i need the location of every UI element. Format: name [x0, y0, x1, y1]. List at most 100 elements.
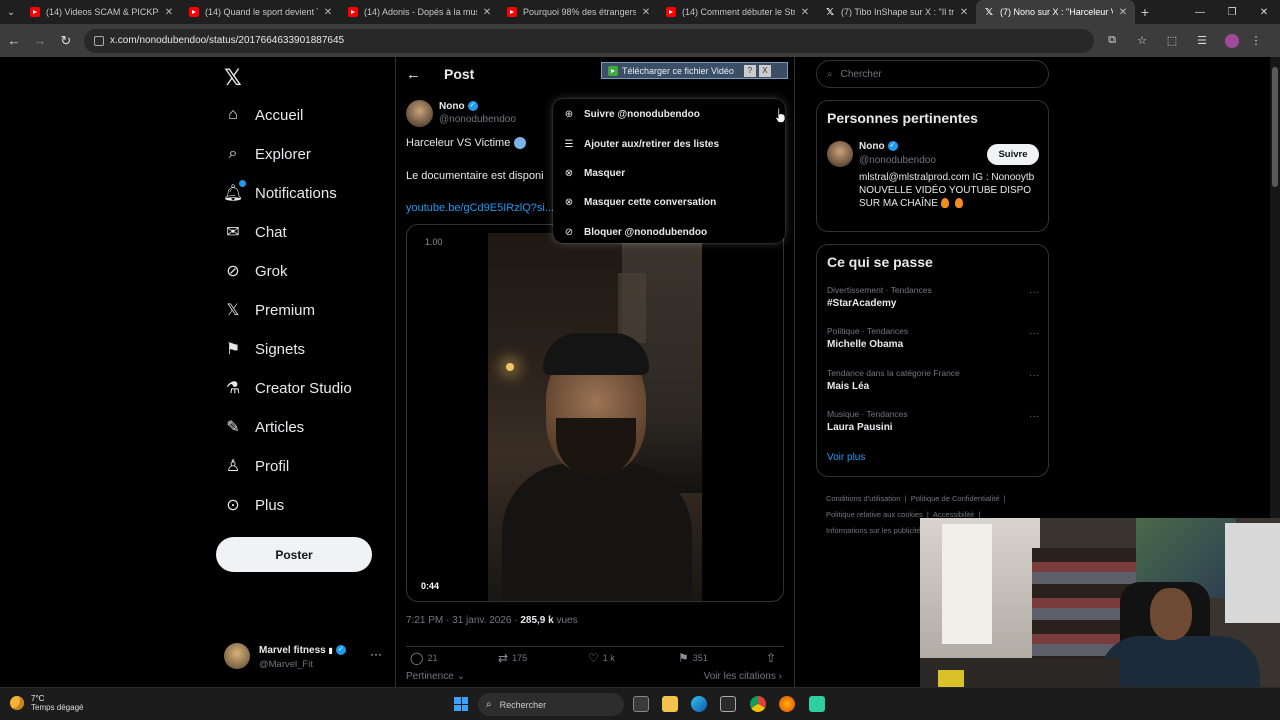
close-window-icon[interactable]: ✕: [1248, 0, 1280, 24]
close-tab-icon[interactable]: ✕: [958, 7, 970, 18]
download-video-banner[interactable]: Télécharger ce fichier Vidéo ? X: [601, 62, 788, 79]
account-switcher[interactable]: Marvel fitness ▮ ✓ @Marvel_Fit ···: [224, 643, 384, 673]
scrollbar-thumb[interactable]: [1272, 67, 1278, 187]
firefox-icon[interactable]: [779, 696, 795, 712]
reload-icon[interactable]: ↻: [54, 29, 78, 53]
person-name[interactable]: Nono ✓: [859, 141, 898, 152]
menu-item-follow[interactable]: ⊕ Suivre @nonodubendoo: [563, 104, 700, 124]
menu-item-mute-conversation[interactable]: ⊗ Masquer cette conversation: [563, 192, 716, 212]
sidebar-item-chat[interactable]: ✉ Chat: [224, 218, 286, 246]
see-more-link[interactable]: Voir plus: [827, 452, 865, 463]
close-icon[interactable]: X: [758, 64, 771, 77]
close-tab-icon[interactable]: ✕: [640, 7, 652, 18]
app-icon[interactable]: [809, 696, 825, 712]
browser-tab[interactable]: 𝕏 (7) Tibo InShape sur X : "Il travaille…: [817, 0, 976, 24]
poster-button[interactable]: Poster: [216, 537, 372, 572]
sidebar-item-grok[interactable]: ⊘ Grok: [224, 257, 287, 285]
store-icon[interactable]: [720, 696, 736, 712]
footer-link[interactable]: Conditions d'utilisation: [826, 494, 900, 503]
post-time[interactable]: 7:21 PM · 31 janv. 2026 ·: [406, 615, 520, 626]
trend-item[interactable]: Politique · Tendances Michelle Obama ···: [827, 326, 1039, 356]
close-tab-icon[interactable]: ✕: [481, 7, 493, 18]
menu-item-block[interactable]: ⊘ Bloquer @nonodubendoo: [563, 222, 707, 242]
chrome-icon[interactable]: [750, 696, 766, 712]
browser-tab[interactable]: (14) Videos SCAM & PICKPOCKET ✕: [22, 0, 181, 24]
weather-widget[interactable]: 7°C Temps dégagé: [10, 694, 83, 712]
sidebar-item-accueil[interactable]: ⌂ Accueil: [224, 101, 303, 129]
more-dots-icon[interactable]: ···: [1029, 287, 1039, 298]
more-dots-icon[interactable]: ···: [1029, 328, 1039, 339]
post-meta: 7:21 PM · 31 janv. 2026 · 285,9 k vues: [406, 615, 578, 626]
avatar[interactable]: [827, 141, 853, 167]
sidebar-item-articles[interactable]: ✎ Articles: [224, 413, 304, 441]
sidebar-item-explorer[interactable]: ⌕ Explorer: [224, 140, 311, 168]
close-tab-icon[interactable]: ✕: [163, 7, 175, 18]
repost-button[interactable]: ⇄ 175: [498, 651, 527, 665]
trend-item[interactable]: Tendance dans la catégorie France Mais L…: [827, 368, 1039, 398]
windows-start-icon[interactable]: [454, 697, 468, 711]
taskbar-search[interactable]: ⌕ Rechercher: [478, 693, 624, 716]
restore-icon[interactable]: ❐: [1216, 0, 1248, 24]
address-bar-row: ← → ↻ x.com/nonodubendoo/status/20176646…: [0, 24, 1280, 57]
site-info-icon[interactable]: [94, 35, 104, 46]
share-button[interactable]: ⇧: [766, 651, 780, 665]
help-icon[interactable]: ?: [743, 64, 756, 77]
close-tab-icon[interactable]: ✕: [1117, 7, 1129, 18]
sidebar-item-profil[interactable]: ♙ Profil: [224, 452, 289, 480]
tab-groups-icon[interactable]: ☰: [1190, 29, 1214, 53]
cast-icon[interactable]: ⧉: [1100, 29, 1124, 53]
x-logo-icon[interactable]: 𝕏: [224, 65, 242, 91]
search-box[interactable]: ⌕: [816, 60, 1049, 88]
more-dots-icon[interactable]: ···: [1029, 370, 1039, 381]
playback-speed[interactable]: 1.00: [425, 237, 443, 247]
edge-icon[interactable]: [691, 696, 707, 712]
minimize-icon[interactable]: —: [1184, 0, 1216, 24]
close-tab-icon[interactable]: ✕: [322, 7, 334, 18]
footer-link[interactable]: Politique de Confidentialité: [911, 494, 1000, 503]
follow-button[interactable]: Suivre: [987, 144, 1039, 165]
author-name[interactable]: Nono ✓: [439, 101, 478, 112]
sidebar-item-notifications[interactable]: 🔔︎ Notifications: [223, 179, 337, 207]
more-dots-icon[interactable]: ···: [370, 647, 382, 661]
back-icon[interactable]: ←: [2, 29, 26, 53]
profile-avatar-icon[interactable]: [1225, 33, 1239, 48]
sidebar-item-premium[interactable]: 𝕏 Premium: [224, 296, 315, 324]
trend-item[interactable]: Musique · Tendances Laura Pausini ···: [827, 409, 1039, 439]
author-handle[interactable]: @nonodubendoo: [439, 114, 516, 125]
search-input[interactable]: [840, 68, 1031, 80]
like-button[interactable]: ♡ 1 k: [588, 651, 615, 665]
video-player[interactable]: 1.00 0:44: [406, 224, 784, 602]
avatar[interactable]: [406, 100, 433, 127]
browser-tab[interactable]: (14) Comment débuter le Streetwork ✕: [658, 0, 817, 24]
browser-tab-active[interactable]: 𝕏 (7) Nono sur X : "Harceleur VS Victime…: [976, 0, 1135, 24]
star-icon[interactable]: ☆: [1130, 29, 1154, 53]
person-handle[interactable]: @nonodubendoo: [859, 155, 936, 166]
sidebar-item-plus[interactable]: ⊙ Plus: [224, 491, 284, 519]
sidebar-item-creator-studio[interactable]: ⚗ Creator Studio: [224, 374, 352, 402]
post-link[interactable]: youtube.be/gCd9E5IRzlQ?si...: [406, 202, 554, 214]
browser-menu-icon[interactable]: ⋮: [1244, 29, 1268, 53]
menu-item-mute[interactable]: ⊗ Masquer: [563, 163, 625, 183]
footer-link[interactable]: Informations sur les publicités: [826, 526, 925, 535]
browser-tab[interactable]: Pourquoi 98% des étrangers ne ✕: [499, 0, 658, 24]
sort-relevance-dropdown[interactable]: Pertinence ⌄: [406, 671, 465, 682]
close-tab-icon[interactable]: ✕: [799, 7, 811, 18]
view-quotes-link[interactable]: Voir les citations ›: [704, 671, 782, 682]
forward-icon[interactable]: →: [28, 29, 52, 53]
task-view-icon[interactable]: [633, 696, 649, 712]
url-bar[interactable]: x.com/nonodubendoo/status/20176646339018…: [84, 28, 1094, 53]
bookmark-button[interactable]: ⚑ 351: [678, 651, 708, 665]
sidebar-item-signets[interactable]: ⚑ Signets: [224, 335, 305, 363]
tab-search-chevron-icon[interactable]: ⌄: [0, 0, 22, 24]
new-tab-icon[interactable]: +: [1135, 4, 1155, 20]
reply-button[interactable]: ◯ 21: [410, 651, 437, 665]
browser-tab[interactable]: (14) Adonis - Dopés à la muscu ✕: [340, 0, 499, 24]
back-arrow-icon[interactable]: ←: [406, 66, 421, 83]
more-dots-icon[interactable]: ···: [1029, 411, 1039, 422]
trend-item[interactable]: Divertissement · Tendances #StarAcademy …: [827, 285, 1039, 315]
browser-tab[interactable]: (14) Quand le sport devient TOXIQUE ✕: [181, 0, 340, 24]
menu-item-lists[interactable]: ☰ Ajouter aux/retirer des listes: [563, 134, 720, 154]
extensions-icon[interactable]: ⬚: [1160, 29, 1184, 53]
footer-link[interactable]: Politique relative aux cookies: [826, 510, 923, 519]
file-explorer-icon[interactable]: [662, 696, 678, 712]
